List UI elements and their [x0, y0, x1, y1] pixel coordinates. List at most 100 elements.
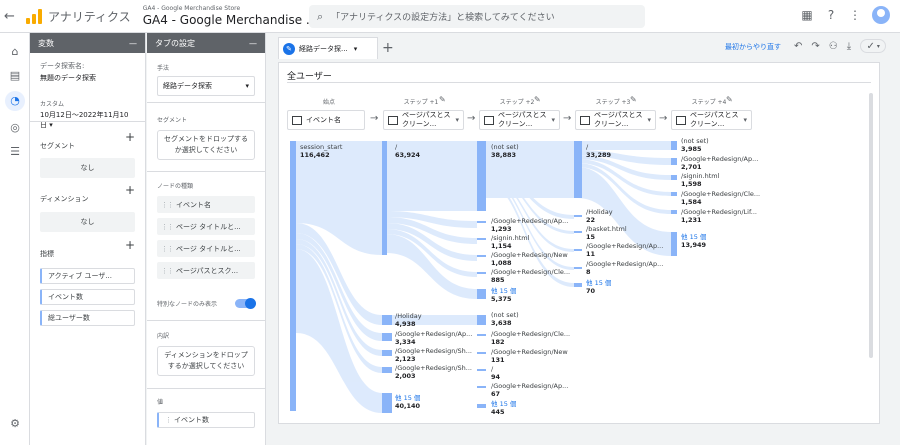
node-label[interactable]: /Holiday 4,938 [395, 312, 422, 328]
special-nodes-toggle[interactable] [235, 298, 256, 309]
node-bar[interactable] [477, 369, 486, 371]
node-bar[interactable] [671, 158, 677, 165]
undo-icon[interactable]: ↶ [794, 41, 802, 52]
back-arrow-icon[interactable]: ← [4, 9, 20, 24]
add-metric-icon[interactable]: + [125, 239, 135, 251]
node-type-chip[interactable]: ⋮⋮ ページパスとスク... [157, 262, 255, 279]
search-input[interactable]: ⌕ 「アナリティクスの設定方法」と検索してみてください [309, 5, 645, 28]
node-bar[interactable] [477, 272, 486, 274]
node-label[interactable]: /Google+Redesign/Sh... 2,123 [395, 347, 472, 363]
node-label[interactable]: /Google+Redesign/New 131 [491, 348, 568, 364]
metric-chip[interactable]: 総ユーザー数 [40, 310, 135, 326]
node-bar[interactable] [382, 333, 392, 341]
node-label[interactable]: /Holiday 22 [586, 208, 613, 224]
node-bar[interactable] [477, 221, 486, 223]
node-label[interactable]: /63,924 [395, 143, 420, 159]
node-bar[interactable] [477, 315, 486, 325]
status-ok-badge[interactable]: ✓ ▾ [860, 39, 887, 53]
add-segment-icon[interactable]: + [125, 131, 135, 143]
settings-gear-icon[interactable]: ⚙ [8, 417, 22, 431]
redo-icon[interactable]: ↷ [811, 41, 819, 52]
node-bar[interactable] [574, 267, 582, 269]
node-bar[interactable] [574, 215, 582, 217]
node-bar[interactable] [574, 249, 582, 251]
step-select[interactable]: ページパスとスクリーン... ▾ [479, 110, 560, 130]
edit-pencil-icon[interactable]: ✎ [439, 95, 446, 104]
technique-select[interactable]: 経路データ探索 ▾ [157, 76, 255, 96]
share-user-icon[interactable]: ⚇ [829, 41, 838, 52]
collapse-icon[interactable]: — [249, 39, 257, 48]
home-icon[interactable]: ⌂ [8, 45, 22, 59]
drag-handle-icon[interactable]: ⋮ [165, 416, 172, 424]
node-label[interactable]: (not set) 3,638 [491, 311, 519, 327]
drag-handle-icon[interactable]: ⋮⋮ [161, 267, 174, 275]
node-label[interactable]: /Google+Redesign/Ap... 1,293 [491, 217, 568, 233]
node-label[interactable]: /Google+Redesign/Sh... 2,003 [395, 364, 472, 380]
node-bar[interactable] [574, 283, 582, 287]
node-label[interactable]: /Google+Redesign/Lif... 1,231 [681, 208, 757, 224]
more-vert-icon[interactable]: ⋮ [848, 8, 862, 22]
segment-drop-zone[interactable]: セグメントをドロップするか選択してください [157, 130, 255, 160]
node-bar[interactable] [477, 238, 486, 240]
drag-handle-icon[interactable]: ⋮⋮ [161, 245, 174, 253]
reports-icon[interactable]: ▤ [8, 69, 22, 83]
node-label[interactable]: /Google+Redesign/New 1,088 [491, 251, 568, 267]
node-label[interactable]: /signin.html 1,154 [491, 234, 529, 250]
node-bar[interactable] [477, 141, 486, 211]
advertising-icon[interactable]: ◎ [8, 121, 22, 135]
metric-chip[interactable]: イベント数 [40, 289, 135, 305]
restart-link[interactable]: 最初からやり直す [725, 42, 781, 52]
node-label-more[interactable]: 他 15 個 13,949 [681, 233, 706, 249]
node-label-more[interactable]: 他 15 個 445 [491, 400, 516, 416]
help-icon[interactable]: ? [824, 8, 838, 22]
dropdown-icon[interactable]: ▾ [354, 45, 358, 53]
edit-pencil-icon[interactable]: ✎ [630, 95, 637, 104]
node-label[interactable]: /basket.html 15 [586, 225, 627, 241]
property-selector[interactable]: GA4 - Google Merchandise Store GA4 - Goo… [143, 6, 318, 27]
node-label-more[interactable]: 他 15 個 5,375 [491, 287, 516, 303]
edit-pencil-icon[interactable]: ✎ [534, 95, 541, 104]
node-bar[interactable] [382, 315, 392, 325]
node-label[interactable]: session_start 116,462 [300, 143, 342, 159]
node-bar[interactable] [477, 386, 486, 388]
node-label-more[interactable]: 他 15 個 70 [586, 279, 611, 295]
node-type-chip[interactable]: ⋮⋮ ページ タイトルと... [157, 218, 255, 235]
start-node-select[interactable]: イベント名 [287, 110, 365, 130]
breakdown-drop-zone[interactable]: ディメンションをドロップするか選択してください [157, 346, 255, 376]
node-label[interactable]: /Google+Redesign/Cle... 182 [491, 330, 570, 346]
add-dimension-icon[interactable]: + [125, 184, 135, 196]
node-bar[interactable] [671, 232, 677, 256]
date-range[interactable]: 10月12日～2022年11月10日 ▾ [40, 110, 135, 130]
node-label[interactable]: /Google+Redesign/Ap... 67 [491, 382, 568, 398]
metric-chip[interactable]: アクティブ ユーザ... [40, 268, 135, 284]
collapse-icon[interactable]: — [129, 39, 137, 48]
node-label[interactable]: /Google+Redesign/Cle... 1,584 [681, 190, 760, 206]
node-bar[interactable] [477, 404, 486, 408]
node-bar[interactable] [574, 141, 582, 198]
node-bar[interactable] [671, 175, 677, 180]
drag-handle-icon[interactable]: ⋮⋮ [161, 223, 174, 231]
node-label[interactable]: /Google+Redesign/Ap... 2,701 [681, 155, 758, 171]
node-bar[interactable] [671, 141, 677, 150]
node-bar[interactable] [477, 289, 486, 299]
node-label[interactable]: /94 [491, 365, 500, 381]
tab-path-exploration[interactable]: ✎ 経路データ探... ▾ [278, 37, 378, 59]
node-label[interactable]: (not set) 38,883 [491, 143, 519, 159]
drag-handle-icon[interactable]: ⋮⋮ [161, 201, 174, 209]
node-bar[interactable] [671, 192, 677, 196]
step-select[interactable]: ページパスとスクリーン... ▾ [383, 110, 464, 130]
node-type-chip[interactable]: ⋮⋮ イベント名 [157, 196, 255, 213]
node-bar[interactable] [382, 367, 392, 373]
step-select[interactable]: ページパスとスクリーン... ▾ [671, 110, 752, 130]
node-bar[interactable] [477, 334, 486, 336]
node-label[interactable]: /Google+Redesign/Ap... 11 [586, 242, 663, 258]
apps-grid-icon[interactable]: ▦ [800, 8, 814, 22]
explore-icon[interactable]: ◔ [5, 91, 25, 111]
node-bar[interactable] [477, 352, 486, 354]
node-label-more[interactable]: 他 15 個 40,140 [395, 394, 420, 410]
avatar[interactable] [872, 6, 890, 24]
node-label[interactable]: /Google+Redesign/Cle... 885 [491, 268, 570, 284]
download-icon[interactable]: ⤓ [847, 41, 851, 52]
node-bar[interactable] [382, 393, 392, 413]
node-bar[interactable] [290, 141, 296, 411]
